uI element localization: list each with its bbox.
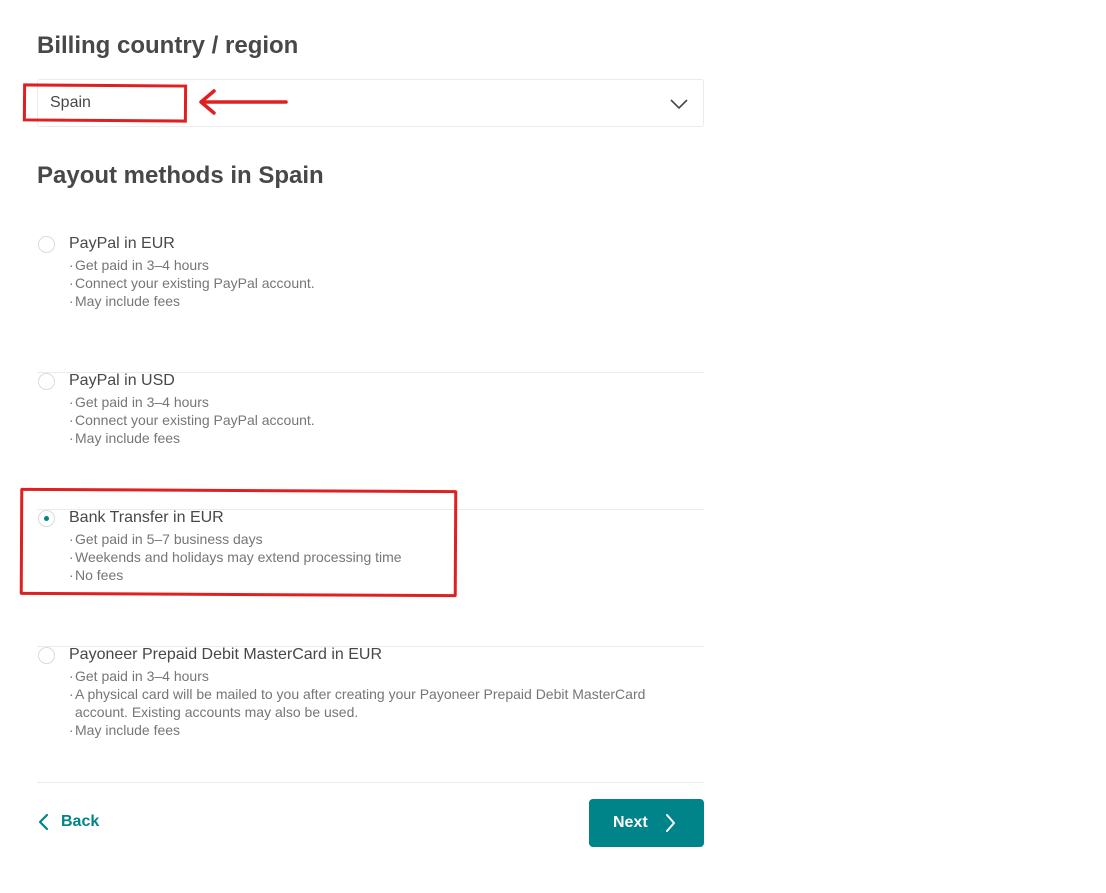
- payout-method-radio[interactable]: [38, 510, 55, 527]
- billing-country-title: Billing country / region: [37, 32, 299, 59]
- payout-method-details: Get paid in 5–7 business days Weekends a…: [69, 530, 689, 584]
- payout-method-detail: Weekends and holidays may extend process…: [69, 548, 689, 566]
- back-button-label: Back: [61, 813, 100, 830]
- next-button[interactable]: Next: [589, 799, 704, 847]
- payout-method-title: Bank Transfer in EUR: [69, 509, 224, 526]
- billing-country-value: Spain: [50, 94, 91, 111]
- payout-method-radio[interactable]: [38, 236, 55, 253]
- chevron-right-icon: [666, 814, 675, 832]
- payout-method-detail: No fees: [69, 566, 689, 584]
- payout-method-option[interactable]: PayPal in EUR Get paid in 3–4 hours Conn…: [37, 235, 704, 373]
- payout-method-radio[interactable]: [38, 647, 55, 664]
- payout-method-detail: Connect your existing PayPal account.: [69, 411, 689, 429]
- billing-country-select[interactable]: Spain: [37, 79, 704, 127]
- payout-method-title: PayPal in USD: [69, 372, 175, 389]
- payout-method-details: Get paid in 3–4 hours Connect your exist…: [69, 256, 689, 310]
- payout-method-title: PayPal in EUR: [69, 235, 175, 252]
- payout-method-detail: Get paid in 3–4 hours: [69, 667, 689, 685]
- payout-method-detail: Get paid in 5–7 business days: [69, 530, 689, 548]
- back-button[interactable]: Back: [37, 811, 99, 833]
- payout-method-detail: May include fees: [69, 429, 689, 447]
- payout-method-radio[interactable]: [38, 373, 55, 390]
- payout-method-details: Get paid in 3–4 hours A physical card wi…: [69, 667, 689, 739]
- payout-method-option[interactable]: Payoneer Prepaid Debit MasterCard in EUR…: [37, 646, 704, 783]
- chevron-left-icon: [38, 813, 49, 831]
- payout-method-detail: May include fees: [69, 721, 689, 739]
- payout-method-option[interactable]: PayPal in USD Get paid in 3–4 hours Conn…: [37, 372, 704, 510]
- payout-method-detail: Get paid in 3–4 hours: [69, 393, 689, 411]
- payout-method-detail: Connect your existing PayPal account.: [69, 274, 689, 292]
- payout-methods-title: Payout methods in Spain: [37, 162, 324, 189]
- payout-method-detail: May include fees: [69, 292, 689, 310]
- payout-method-detail: A physical card will be mailed to you af…: [69, 685, 689, 721]
- chevron-down-icon: [670, 99, 688, 110]
- footer-divider: [37, 782, 704, 783]
- next-button-label: Next: [613, 814, 648, 831]
- payout-method-detail: Get paid in 3–4 hours: [69, 256, 689, 274]
- payout-method-details: Get paid in 3–4 hours Connect your exist…: [69, 393, 689, 447]
- payout-method-option[interactable]: Bank Transfer in EUR Get paid in 5–7 bus…: [37, 509, 704, 647]
- payout-method-title: Payoneer Prepaid Debit MasterCard in EUR: [69, 646, 383, 663]
